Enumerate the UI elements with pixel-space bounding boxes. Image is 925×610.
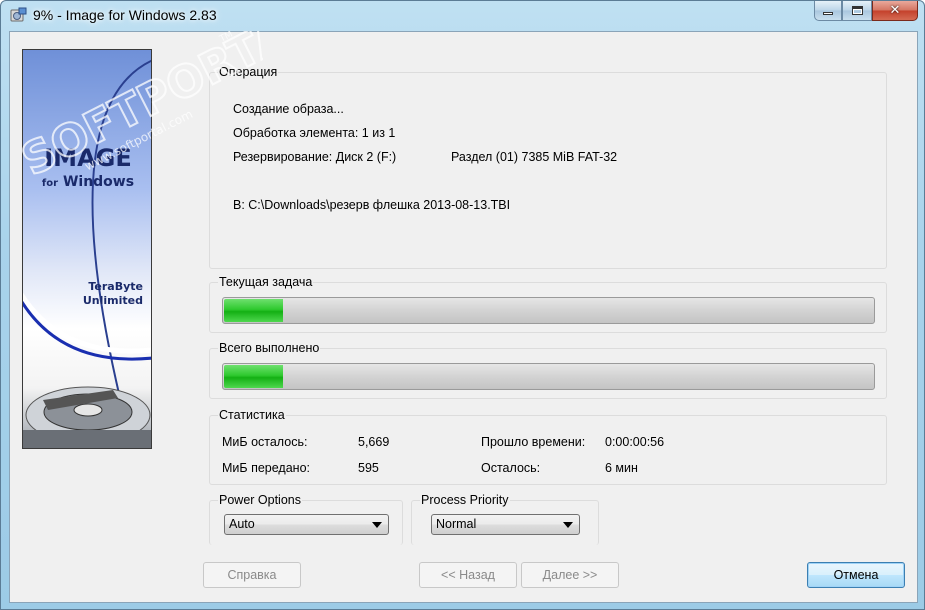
stat-remaining-mib-label: МиБ осталось: xyxy=(222,435,308,449)
power-options-value: Auto xyxy=(229,517,255,531)
banner-company-line2: Unlimited xyxy=(82,294,143,307)
title-bar[interactable]: 9% - Image for Windows 2.83 ✕ xyxy=(1,1,924,31)
back-button[interactable]: << Назад xyxy=(419,562,517,588)
cancel-button[interactable]: Отмена xyxy=(807,562,905,588)
current-task-label: Текущая задача xyxy=(218,275,314,289)
operation-status: Создание образа... xyxy=(233,102,344,116)
operation-partition: Раздел (01) 7385 MiB FAT-32 xyxy=(451,150,618,164)
process-priority-value: Normal xyxy=(436,517,477,531)
banner-company-line1: TeraByte xyxy=(88,280,143,293)
banner-subtitle: for Windows xyxy=(23,174,151,190)
stat-time-left-label: Осталось: xyxy=(481,461,541,475)
banner-company: TeraByte Unlimited xyxy=(83,280,143,308)
operation-destination: В: C:\Downloads\резерв флешка 2013-08-13… xyxy=(233,198,511,212)
process-priority-group: Process Priority Normal xyxy=(411,493,599,545)
product-banner: IMAGE for Windows TeraByte Unlimited xyxy=(22,49,152,449)
current-task-progress-fill xyxy=(224,299,283,322)
banner-subtitle-windows: Windows xyxy=(62,174,135,190)
current-task-group: Текущая задача xyxy=(209,275,887,333)
operation-group: Операция Создание образа... Обработка эл… xyxy=(209,65,887,269)
help-button[interactable]: Справка xyxy=(203,562,301,588)
banner-graphic xyxy=(23,59,151,448)
power-options-label: Power Options xyxy=(218,493,302,507)
total-progress-label: Всего выполнено xyxy=(218,341,321,355)
chevron-down-icon xyxy=(563,522,573,528)
close-button[interactable]: ✕ xyxy=(872,1,918,21)
total-progress-fill xyxy=(224,365,283,388)
operation-label: Операция xyxy=(218,65,279,79)
banner-title: IMAGE xyxy=(44,144,132,172)
banner-subtitle-for: for xyxy=(41,178,59,189)
minimize-icon xyxy=(823,12,833,15)
maximize-icon xyxy=(851,6,863,15)
process-priority-label: Process Priority xyxy=(420,493,510,507)
statistics-group: Статистика МиБ осталось: 5,669 Прошло вр… xyxy=(209,408,887,485)
power-options-group: Power Options Auto xyxy=(209,493,403,545)
stat-elapsed-value: 0:00:00:56 xyxy=(605,435,665,449)
caption-buttons: ✕ xyxy=(814,1,918,21)
stat-elapsed-label: Прошло времени: xyxy=(481,435,586,449)
operation-item-progress: Обработка элемента: 1 из 1 xyxy=(233,126,396,140)
chevron-down-icon xyxy=(372,522,382,528)
stat-remaining-mib-value: 5,669 xyxy=(358,435,390,449)
stat-transferred-mib-label: МиБ передано: xyxy=(222,461,310,475)
statistics-label: Статистика xyxy=(218,408,286,422)
power-options-select[interactable]: Auto xyxy=(224,514,389,535)
maximize-button[interactable] xyxy=(842,1,872,21)
total-progress-group: Всего выполнено xyxy=(209,341,887,399)
window-title: 9% - Image for Windows 2.83 xyxy=(33,7,217,23)
operation-source-disk: Резервирование: Диск 2 (F:) xyxy=(233,150,397,164)
next-button[interactable]: Далее >> xyxy=(521,562,619,588)
app-icon xyxy=(10,7,27,22)
total-progress-bar xyxy=(222,363,875,390)
app-window: 9% - Image for Windows 2.83 ✕ IMAGE for … xyxy=(0,0,925,610)
stat-time-left-value: 6 мин xyxy=(605,461,638,475)
close-icon: ✕ xyxy=(889,3,901,18)
dialog-client-area: IMAGE for Windows TeraByte Unlimited Опе… xyxy=(9,31,918,603)
current-task-progress-bar xyxy=(222,297,875,324)
process-priority-select[interactable]: Normal xyxy=(431,514,580,535)
stat-transferred-mib-value: 595 xyxy=(358,461,379,475)
minimize-button[interactable] xyxy=(814,1,842,21)
